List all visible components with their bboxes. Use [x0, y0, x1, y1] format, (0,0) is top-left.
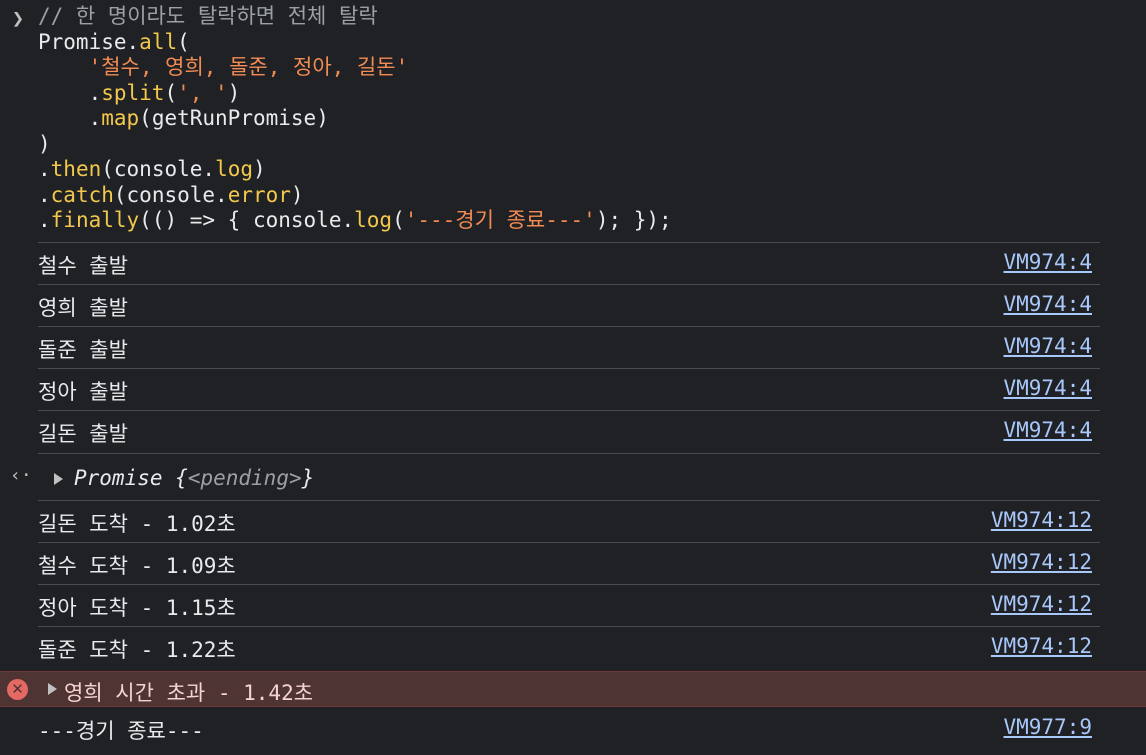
all-fn: all	[139, 29, 178, 54]
then-log-fn: log	[215, 157, 253, 181]
source-link[interactable]: VM974:4	[1003, 292, 1092, 316]
finally-msg: '---경기 종료---'	[404, 208, 596, 232]
log-row: 철수 도착 - 1.09초 VM974:12	[38, 542, 1100, 583]
error-x-icon: ✕	[7, 679, 28, 700]
log-message: 철수 출발	[38, 254, 128, 278]
log-message: 영희 출발	[38, 296, 128, 320]
source-link[interactable]: VM974:12	[991, 592, 1092, 616]
finally-fn: finally	[50, 208, 140, 232]
source-link[interactable]: VM977:9	[1003, 715, 1092, 739]
map-arg: getRunPromise	[151, 106, 317, 130]
finally-console: console	[252, 208, 342, 232]
source-link[interactable]: VM974:4	[1003, 250, 1092, 274]
catch-error-fn: error	[227, 182, 291, 207]
error-message[interactable]: 영희 시간 초과 - 1.42초	[64, 677, 313, 707]
log-message: 돌준 출발	[38, 338, 128, 362]
log-message: 정아 도착 - 1.15초	[38, 596, 236, 620]
log-row: 정아 출발 VM974:4	[38, 368, 1100, 409]
error-row: ✕ 영희 시간 초과 - 1.42초	[0, 671, 1146, 707]
log-row: 길돈 도착 - 1.02초 VM974:12	[38, 500, 1100, 541]
prompt-chevron-icon: ❯	[12, 6, 25, 30]
log-message: 길돈 도착 - 1.02초	[38, 512, 236, 536]
catch-console: console	[126, 182, 216, 207]
log-message: 돌준 도착 - 1.22초	[38, 638, 236, 662]
log-row: 영희 출발 VM974:4	[38, 284, 1100, 325]
log-message: 철수 도착 - 1.09초	[38, 554, 236, 578]
source-link[interactable]: VM974:4	[1003, 418, 1092, 442]
promise-obj: Promise	[38, 29, 127, 54]
finally-log-fn: log	[354, 208, 393, 232]
log-row: 돌준 도착 - 1.22초 VM974:12	[38, 626, 1100, 667]
promise-label: Promise	[74, 466, 163, 490]
source-link[interactable]: VM974:4	[1003, 376, 1092, 400]
log-row: 돌준 출발 VM974:4	[38, 326, 1100, 367]
source-link[interactable]: VM974:12	[991, 550, 1092, 574]
log-row: ---경기 종료--- VM977:9	[38, 708, 1100, 749]
return-value-row: ‹· Promise {<pending>}	[0, 453, 1146, 501]
log-row: 길돈 출발 VM974:4	[38, 410, 1100, 451]
log-message: 정아 출발	[38, 380, 128, 404]
then-console: console	[113, 157, 203, 181]
return-value-line: Promise {<pending>}	[38, 453, 1100, 501]
log-message: 길돈 출발	[38, 422, 128, 446]
names-string: '철수, 영희, 돌준, 정아, 길돈'	[88, 55, 409, 79]
console-input-block: ❯ // 한 명이라도 탈락하면 전체 탈락 Promise.all( '철수,…	[0, 4, 1146, 240]
then-fn: then	[50, 157, 102, 181]
promise-state: <pending>	[187, 466, 302, 490]
code-comment: // 한 명이라도 탈락하면 전체 탈락	[38, 4, 378, 28]
promise-result[interactable]: Promise {<pending>}	[74, 466, 314, 490]
map-fn: map	[101, 106, 140, 130]
code-input[interactable]: // 한 명이라도 탈락하면 전체 탈락 Promise.all( '철수, 영…	[38, 4, 672, 234]
expand-triangle-icon[interactable]	[54, 473, 63, 485]
log-row: 철수 출발 VM974:4	[38, 242, 1100, 283]
error-expand-triangle-icon[interactable]	[48, 683, 57, 695]
log-message: ---경기 종료---	[38, 719, 204, 743]
source-link[interactable]: VM974:12	[991, 634, 1092, 658]
log-row: 정아 도착 - 1.15초 VM974:12	[38, 584, 1100, 625]
split-fn: split	[101, 80, 165, 105]
source-link[interactable]: VM974:4	[1003, 334, 1092, 358]
source-link[interactable]: VM974:12	[991, 508, 1092, 532]
return-arrow-icon: ‹·	[10, 465, 32, 486]
catch-fn: catch	[50, 182, 114, 207]
split-arg: ', '	[177, 80, 228, 105]
